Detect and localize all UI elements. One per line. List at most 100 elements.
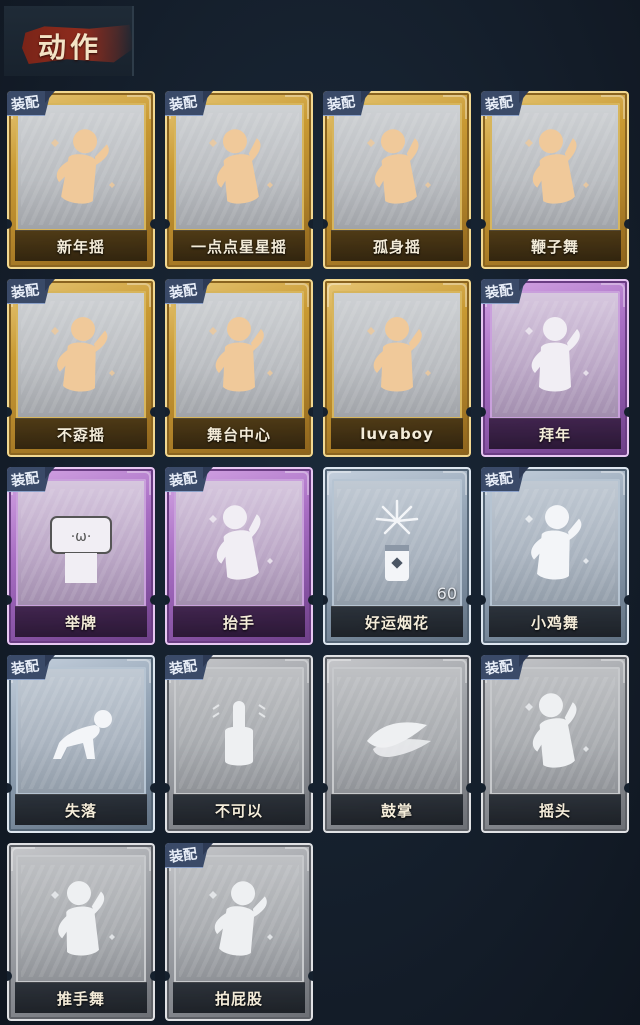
- equipped-badge-label: 装配: [484, 470, 515, 490]
- solo-shake-pose-icon: [347, 115, 447, 215]
- luvaboy-pose-icon: [347, 303, 447, 403]
- equipped-badge: 装配: [481, 467, 525, 492]
- emote-card[interactable]: 不可以 装配: [165, 655, 313, 833]
- equipped-badge: 装配: [165, 279, 209, 304]
- emote-card[interactable]: 小鸡舞 装配: [481, 467, 629, 645]
- emote-name: 舞台中心: [206, 425, 271, 444]
- emote-card[interactable]: 鞭子舞 装配: [481, 91, 629, 269]
- card-name-bar: 不孬摇: [15, 418, 147, 449]
- emote-card[interactable]: 孤身摇 装配: [323, 91, 471, 269]
- emote-card[interactable]: 抬手 装配: [165, 467, 313, 645]
- emote-card[interactable]: 一点点星星摇 装配: [165, 91, 313, 269]
- equipped-badge-label: 装配: [168, 94, 199, 114]
- equipped-badge: 装配: [165, 91, 209, 116]
- card-name-bar: 小鸡舞: [489, 606, 621, 637]
- lost-crawl-pose-icon: [31, 679, 131, 779]
- emote-card[interactable]: 摇头 装配: [481, 655, 629, 833]
- equipped-badge-label: 装配: [10, 94, 41, 114]
- emote-card[interactable]: 60 好运烟花: [323, 467, 471, 645]
- card-name-bar: 新年摇: [15, 230, 147, 261]
- card-notch: [308, 219, 313, 229]
- card-notch: [150, 971, 155, 981]
- card-name-bar: 一点点星星摇: [173, 230, 305, 261]
- emote-name: luvaboy: [360, 425, 434, 443]
- emote-name: 失落: [64, 801, 97, 820]
- emote-name: 新年摇: [56, 237, 105, 256]
- card-name-bar: 舞台中心: [173, 418, 305, 449]
- card-name-bar: 孤身摇: [331, 230, 463, 261]
- emote-name: 抬手: [222, 613, 255, 632]
- card-name-bar: luvaboy: [331, 418, 463, 449]
- emote-name: 拜年: [538, 425, 571, 444]
- card-notch: [466, 595, 471, 605]
- equipped-badge: 装配: [481, 91, 525, 116]
- equipped-badge-label: 装配: [326, 94, 357, 114]
- equipped-badge: 装配: [165, 467, 209, 492]
- not-bad-shake-pose-icon: [31, 303, 131, 403]
- card-name-bar: 鞭子舞: [489, 230, 621, 261]
- card-notch: [150, 595, 155, 605]
- wagging-finger-icon: [189, 679, 289, 779]
- emote-card[interactable]: 新年摇 装配: [7, 91, 155, 269]
- emote-name: 孤身摇: [372, 237, 421, 256]
- svg-text:·ω·: ·ω·: [71, 529, 92, 545]
- equipped-badge-label: 装配: [484, 658, 515, 678]
- equipped-badge: 装配: [481, 655, 525, 680]
- emote-name: 摇头: [538, 801, 571, 820]
- emote-name: 推手舞: [56, 989, 105, 1008]
- card-name-bar: 好运烟花: [331, 606, 463, 637]
- equipped-badge: 装配: [165, 655, 209, 680]
- card-name-bar: 举牌: [15, 606, 147, 637]
- card-notch: [308, 783, 313, 793]
- emote-card[interactable]: 推手舞: [7, 843, 155, 1021]
- firework-icon: [347, 491, 447, 591]
- center-stage-pose-icon: [189, 303, 289, 403]
- emote-card[interactable]: luvaboy: [323, 279, 471, 457]
- emote-card[interactable]: 鼓掌: [323, 655, 471, 833]
- card-notch: [150, 219, 155, 229]
- card-notch: [308, 595, 313, 605]
- card-name-bar: 不可以: [173, 794, 305, 825]
- equipped-badge-label: 装配: [10, 282, 41, 302]
- push-hands-dance-pose-icon: [31, 867, 131, 967]
- card-name-bar: 失落: [15, 794, 147, 825]
- equipped-badge-label: 装配: [484, 282, 515, 302]
- emote-grid: 新年摇 装配 一点点星星摇 装配 孤身摇 装配 鞭子舞 装配 不孬摇 装配 舞台…: [0, 0, 640, 1025]
- equipped-badge-label: 装配: [10, 470, 41, 490]
- emote-name: 小鸡舞: [530, 613, 579, 632]
- equipped-badge: 装配: [7, 467, 51, 492]
- emote-card[interactable]: 舞台中心 装配: [165, 279, 313, 457]
- chicken-dance-pose-icon: [505, 491, 605, 591]
- equipped-badge: 装配: [7, 91, 51, 116]
- emote-card[interactable]: ·ω· 举牌 装配: [7, 467, 155, 645]
- card-name-bar: 鼓掌: [331, 794, 463, 825]
- equipped-badge: 装配: [481, 279, 525, 304]
- card-name-bar: 摇头: [489, 794, 621, 825]
- card-notch: [308, 407, 313, 417]
- emote-card[interactable]: 拜年 装配: [481, 279, 629, 457]
- emote-name: 举牌: [64, 613, 97, 632]
- card-name-bar: 拜年: [489, 418, 621, 449]
- equipped-badge-label: 装配: [10, 658, 41, 678]
- emote-name: 一点点星星摇: [190, 237, 287, 256]
- star-shake-pose-icon: [189, 115, 289, 215]
- emote-card[interactable]: 失落 装配: [7, 655, 155, 833]
- card-notch: [624, 783, 629, 793]
- emote-name: 好运烟花: [364, 613, 429, 632]
- card-notch: [624, 219, 629, 229]
- equipped-badge-label: 装配: [168, 658, 199, 678]
- card-notch: [466, 783, 471, 793]
- emote-card[interactable]: 不孬摇 装配: [7, 279, 155, 457]
- card-name-bar: 抬手: [173, 606, 305, 637]
- card-notch: [466, 219, 471, 229]
- card-notch: [308, 971, 313, 981]
- emote-name: 鞭子舞: [530, 237, 579, 256]
- card-notch: [150, 407, 155, 417]
- hold-sign-pose-icon: ·ω·: [31, 491, 131, 591]
- new-year-shake-pose-icon: [31, 115, 131, 215]
- card-notch: [624, 595, 629, 605]
- emote-card[interactable]: 拍屁股 装配: [165, 843, 313, 1021]
- card-notch: [624, 407, 629, 417]
- equipped-badge: 装配: [7, 279, 51, 304]
- equipped-badge: 装配: [7, 655, 51, 680]
